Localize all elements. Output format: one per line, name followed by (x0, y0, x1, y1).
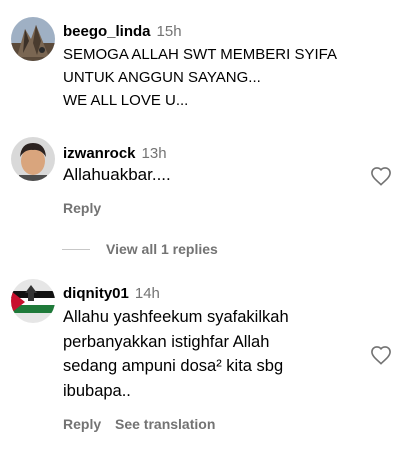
like-button[interactable] (370, 166, 392, 186)
view-replies-label: View all 1 replies (106, 241, 218, 257)
avatar-image (11, 137, 55, 181)
view-replies-button[interactable]: View all 1 replies (62, 241, 218, 257)
heart-outline-icon (371, 167, 391, 186)
username[interactable]: izwanrock (63, 145, 136, 162)
username[interactable]: beego_linda (63, 23, 151, 40)
comment-header: beego_linda 15h (63, 23, 182, 41)
comment-header: izwanrock 13h (63, 145, 167, 163)
avatar-beego-linda[interactable] (11, 17, 55, 61)
timestamp: 14h (134, 285, 160, 302)
comment-header: diqnity01 14h (63, 285, 160, 303)
timestamp: 13h (141, 145, 167, 162)
reply-button[interactable]: Reply (63, 200, 101, 216)
avatar-image (11, 279, 55, 323)
see-translation-button[interactable]: See translation (115, 416, 215, 432)
username[interactable]: diqnity01 (63, 285, 129, 302)
replies-divider (62, 248, 90, 250)
avatar-image (11, 17, 55, 61)
timestamp: 15h (156, 23, 182, 40)
avatar-diqnity01[interactable] (11, 279, 55, 323)
comment-text: Allahuakbar.... (63, 165, 171, 184)
comment-text: SEMOGA ALLAH SWT MEMBERI SYIFA UNTUK ANG… (63, 46, 337, 109)
avatar-izwanrock[interactable] (11, 137, 55, 181)
reply-button[interactable]: Reply (63, 416, 101, 432)
like-button[interactable] (370, 345, 392, 365)
comment-text: Allahu yashfeekum syafakilkah perbanyakk… (63, 308, 289, 400)
heart-outline-icon (371, 346, 391, 365)
